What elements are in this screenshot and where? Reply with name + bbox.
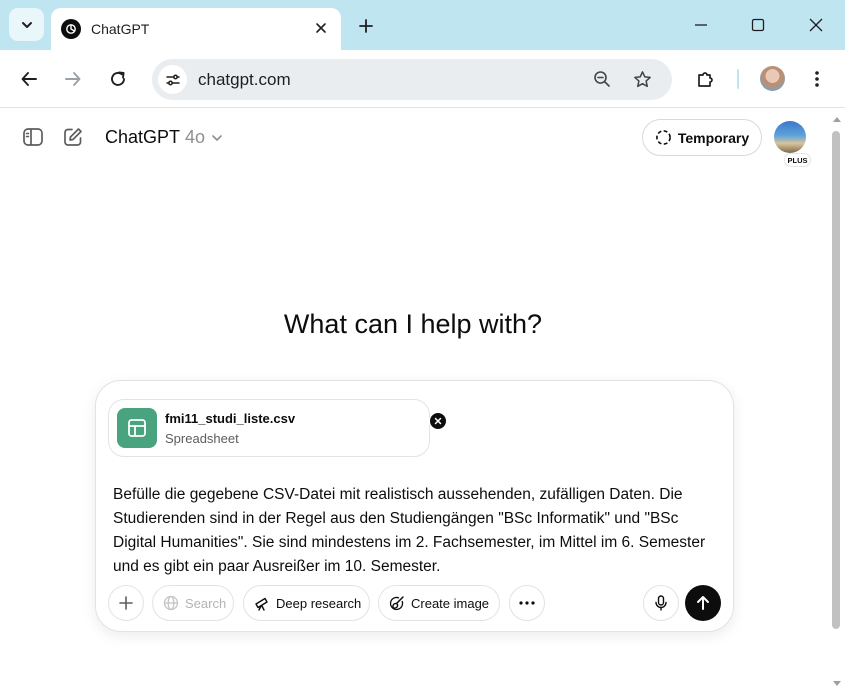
minimize-icon [695, 24, 707, 26]
arrow-up-icon [697, 596, 709, 610]
attachment-file-type: Spreadsheet [165, 431, 239, 446]
search-tool-label: Search [185, 595, 227, 611]
reload-icon [111, 71, 125, 86]
tab-search-button[interactable] [9, 8, 44, 41]
arrow-right-icon [65, 72, 81, 86]
scroll-up-arrow-icon[interactable] [833, 117, 841, 122]
create-image-button[interactable]: Create image [378, 585, 500, 621]
chevron-down-icon [21, 21, 32, 28]
window-close-button[interactable] [803, 12, 829, 38]
page-headline: What can I help with? [283, 309, 543, 339]
maximize-icon [751, 18, 765, 32]
user-avatar[interactable]: PLUS [774, 121, 810, 166]
toolbar-separator [737, 69, 739, 89]
more-horizontal-icon [519, 601, 535, 605]
scrollbar-thumb[interactable] [832, 131, 840, 629]
forward-button[interactable] [60, 66, 86, 92]
minimize-button[interactable] [688, 12, 714, 38]
plus-icon [119, 596, 133, 610]
close-icon [434, 417, 442, 425]
more-vertical-icon [815, 71, 819, 87]
message-composer: fmi11_studi_liste.csv Spreadsheet Befüll… [95, 380, 734, 632]
prompt-input[interactable]: Befülle die gegebene CSV-Datei mit reali… [113, 483, 723, 579]
star-icon [633, 70, 651, 87]
sidebar-toggle-button[interactable] [20, 124, 46, 150]
new-chat-button[interactable] [60, 124, 86, 150]
plus-icon [359, 19, 373, 33]
openai-logo-icon [61, 19, 81, 39]
send-button[interactable] [685, 585, 721, 621]
deep-research-label: Deep research [276, 595, 362, 611]
browser-tab-bar: ChatGPT [0, 0, 845, 50]
chevron-down-icon [211, 132, 223, 144]
arrow-left-icon [21, 72, 37, 86]
page-scrollbar[interactable] [829, 109, 845, 693]
temporary-label: Temporary [677, 129, 750, 146]
extensions-button[interactable] [693, 66, 719, 92]
temporary-chat-button[interactable]: Temporary [642, 119, 762, 156]
attachment-file-name: fmi11_studi_liste.csv [165, 411, 296, 426]
address-bar[interactable]: chatgpt.com [152, 59, 672, 100]
zoom-button[interactable] [590, 67, 614, 91]
url-text: chatgpt.com [198, 70, 291, 89]
back-button[interactable] [16, 66, 42, 92]
puzzle-icon [698, 72, 713, 87]
zoom-out-icon [594, 71, 610, 87]
sidebar-icon [23, 128, 43, 146]
new-tab-button[interactable] [354, 14, 378, 38]
telescope-icon [254, 595, 270, 611]
close-icon [809, 18, 823, 32]
create-image-label: Create image [411, 595, 490, 611]
paint-brush-icon [389, 595, 405, 611]
remove-attachment-button[interactable] [429, 412, 447, 430]
site-info-button[interactable] [158, 65, 187, 94]
model-selector[interactable]: ChatGPT 4o [105, 127, 223, 148]
bookmark-button[interactable] [630, 67, 654, 91]
attach-button[interactable] [108, 585, 144, 621]
deep-research-button[interactable]: Deep research [243, 585, 370, 621]
model-name: ChatGPT [105, 127, 181, 147]
globe-icon [163, 595, 179, 611]
chatgpt-page: ChatGPT 4o Temporary PLUS What can I hel… [0, 109, 845, 693]
tab-title: ChatGPT [91, 21, 150, 37]
close-icon [316, 23, 326, 33]
spreadsheet-icon [117, 408, 157, 448]
browser-toolbar: chatgpt.com [0, 50, 845, 108]
edit-icon [64, 128, 82, 146]
attachment-card[interactable]: fmi11_studi_liste.csv Spreadsheet [108, 399, 447, 457]
more-tools-button[interactable] [509, 585, 545, 621]
tune-icon [165, 74, 180, 85]
maximize-button[interactable] [745, 12, 771, 38]
reload-button[interactable] [105, 66, 131, 92]
profile-avatar[interactable] [760, 66, 785, 91]
browser-tab-chatgpt[interactable]: ChatGPT [51, 8, 341, 50]
dashed-circle-icon [655, 129, 672, 146]
search-tool-button[interactable]: Search [152, 585, 234, 621]
browser-menu-button[interactable] [804, 66, 830, 92]
dictate-button[interactable] [643, 585, 679, 621]
model-version: 4o [185, 127, 206, 147]
scroll-down-arrow-icon[interactable] [833, 681, 841, 686]
microphone-icon [655, 595, 667, 611]
plan-badge: PLUS [785, 154, 810, 166]
tab-close-button[interactable] [311, 18, 331, 38]
